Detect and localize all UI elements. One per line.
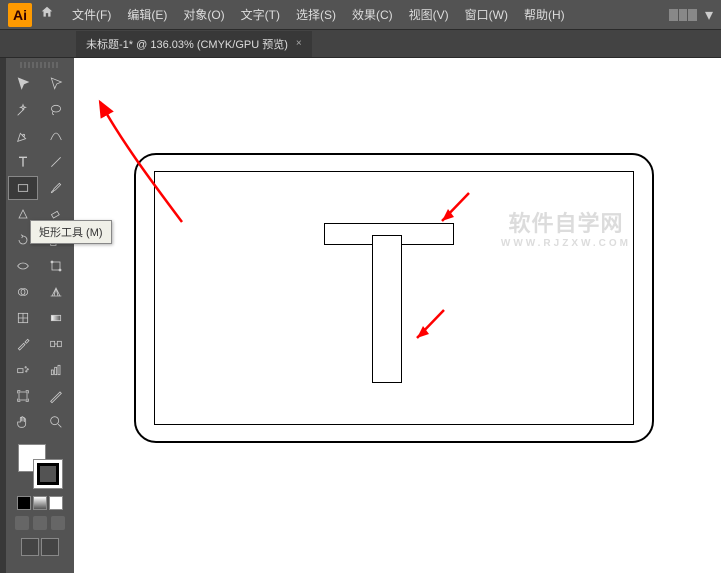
toolbox-handle[interactable] (20, 62, 60, 68)
column-graph-tool[interactable] (41, 358, 71, 382)
mesh-tool[interactable] (8, 306, 38, 330)
color-swatch[interactable] (17, 496, 31, 510)
blend-tool[interactable] (41, 332, 71, 356)
menu-type[interactable]: 文字(T) (235, 2, 286, 27)
color-section (8, 440, 72, 560)
free-transform-tool[interactable] (41, 254, 71, 278)
width-tool[interactable] (8, 254, 38, 278)
draw-mode-icons (12, 516, 68, 530)
tab-close-icon[interactable]: × (296, 38, 302, 49)
draw-normal-icon[interactable] (15, 516, 29, 530)
screen-mode-full-icon[interactable] (41, 538, 59, 556)
curvature-tool[interactable] (41, 124, 71, 148)
screen-mode-icons (12, 538, 68, 556)
tool-grid (8, 72, 72, 434)
perspective-grid-tool[interactable] (41, 280, 71, 304)
gradient-swatch[interactable] (33, 496, 47, 510)
gradient-tool[interactable] (41, 306, 71, 330)
tooltip: 矩形工具 (M) (30, 220, 112, 244)
line-segment-tool[interactable] (41, 150, 71, 174)
hand-tool[interactable] (8, 410, 38, 434)
slice-tool[interactable] (41, 384, 71, 408)
lasso-tool[interactable] (41, 98, 71, 122)
pen-tool[interactable] (8, 124, 38, 148)
chevron-down-icon[interactable]: ▾ (705, 5, 713, 25)
fill-stroke-swatch[interactable] (18, 444, 62, 488)
stroke-color[interactable] (34, 460, 62, 488)
shape-builder-tool[interactable] (8, 280, 38, 304)
menu-select[interactable]: 选择(S) (290, 2, 342, 27)
menu-view[interactable]: 视图(V) (403, 2, 455, 27)
menu-window[interactable]: 窗口(W) (459, 2, 514, 27)
menu-file[interactable]: 文件(F) (66, 2, 117, 27)
artboard-tool[interactable] (8, 384, 38, 408)
eyedropper-tool[interactable] (8, 332, 38, 356)
tab-title: 未标题-1* @ 136.03% (CMYK/GPU 预览) (86, 36, 288, 52)
type-tool[interactable] (8, 150, 38, 174)
titlebar-right: ▾ (669, 5, 713, 25)
document-tabs: 未标题-1* @ 136.03% (CMYK/GPU 预览) × (0, 30, 721, 58)
direct-selection-tool[interactable] (41, 72, 71, 96)
menu-help[interactable]: 帮助(H) (518, 2, 571, 27)
symbol-sprayer-tool[interactable] (8, 358, 38, 382)
selection-tool[interactable] (8, 72, 38, 96)
drawn-t-stem-rect[interactable] (372, 235, 402, 383)
draw-behind-icon[interactable] (33, 516, 47, 530)
none-swatch[interactable] (49, 496, 63, 510)
home-icon[interactable] (40, 5, 54, 24)
menu-effect[interactable]: 效果(C) (346, 2, 399, 27)
paintbrush-tool[interactable] (41, 176, 71, 200)
workspace: 矩形工具 (M) 软件自学网 WWW.RJZXW.COM (0, 58, 721, 573)
draw-inside-icon[interactable] (51, 516, 65, 530)
app-logo: Ai (8, 3, 32, 27)
menu-edit[interactable]: 编辑(E) (121, 2, 173, 27)
titlebar: Ai 文件(F) 编辑(E) 对象(O) 文字(T) 选择(S) 效果(C) 视… (0, 0, 721, 30)
toolbox: 矩形工具 (M) (6, 58, 74, 573)
workspace-switcher-icon[interactable] (669, 9, 697, 21)
main-menu: 文件(F) 编辑(E) 对象(O) 文字(T) 选择(S) 效果(C) 视图(V… (66, 2, 571, 27)
watermark: 软件自学网 WWW.RJZXW.COM (501, 206, 631, 249)
document-tab-active[interactable]: 未标题-1* @ 136.03% (CMYK/GPU 预览) × (76, 31, 312, 57)
annotation-arrow-1 (434, 191, 474, 231)
zoom-tool[interactable] (41, 410, 71, 434)
color-mode-row (12, 496, 68, 510)
artboard-content (134, 153, 654, 443)
menu-object[interactable]: 对象(O) (177, 2, 230, 27)
magic-wand-tool[interactable] (8, 98, 38, 122)
watermark-sub: WWW.RJZXW.COM (501, 238, 631, 249)
canvas[interactable]: 软件自学网 WWW.RJZXW.COM (74, 58, 721, 573)
screen-mode-icon[interactable] (21, 538, 39, 556)
rectangle-tool[interactable] (8, 176, 38, 200)
annotation-arrow-2 (409, 308, 449, 348)
watermark-text: 软件自学网 (508, 211, 623, 236)
